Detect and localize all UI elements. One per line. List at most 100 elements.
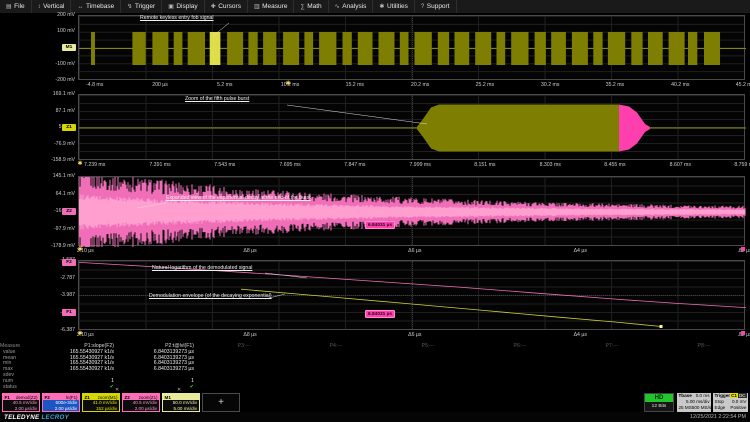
y-axis-label: 145.1 mV bbox=[53, 173, 75, 179]
menu-item-label: Measure bbox=[262, 3, 287, 10]
close-trace-icon[interactable]: ✕ bbox=[115, 387, 119, 393]
menu-item-file[interactable]: ▤File bbox=[0, 0, 32, 13]
menu-item-measure[interactable]: ▥Measure bbox=[248, 0, 294, 13]
menu-item-timebase[interactable]: ↔Timebase bbox=[71, 0, 121, 13]
y-axis-label: -200 mV bbox=[55, 77, 75, 83]
plot-area-g2 bbox=[78, 94, 745, 160]
menu-item-label: Analysis bbox=[342, 3, 366, 10]
annotation-text: Demodulation envelope (of the decaying e… bbox=[149, 293, 272, 299]
menu-item-utilities[interactable]: ✱Utilities bbox=[373, 0, 414, 13]
descriptor-source: zoom(M1) bbox=[98, 395, 118, 400]
x-axis-label: 5.2 ms bbox=[217, 82, 233, 88]
x-axis-label: 20.2 ms bbox=[411, 82, 429, 88]
vertical-icon: ↕ bbox=[38, 4, 41, 10]
timebase-rate: 500 MS/s bbox=[692, 405, 711, 411]
x-axis-label: 8.151 ms bbox=[474, 162, 495, 168]
measurement-value-tag: 6.84031 µs bbox=[365, 310, 395, 318]
grid-zoom-z1[interactable]: 169.1 mV87.1 mV5.1 mV-76.9 mV-158.9 mV7.… bbox=[78, 94, 745, 160]
grid-log-traces[interactable]: -1.587-2.787-3.987-5.187-6.3873.10 µsΔ8 … bbox=[78, 260, 745, 330]
channel-marker-z2[interactable]: Z2 bbox=[62, 208, 76, 215]
descriptor-id: M1 bbox=[165, 395, 171, 400]
menu-item-trigger[interactable]: ↯Trigger bbox=[121, 0, 162, 13]
status-bar: TELEDYNE LECROY 12/25/2021 2:22:54 PM bbox=[0, 412, 750, 422]
descriptor-z1[interactable]: Z1zoom(M1)41.0 mV/div152 µs/div bbox=[82, 393, 120, 412]
brand-logo: TELEDYNE LECROY bbox=[4, 414, 69, 421]
x-axis-label: 7.239 ms bbox=[84, 162, 105, 168]
menu-item-label: File bbox=[14, 3, 24, 10]
y-axis-label: -97.9 mV bbox=[54, 226, 75, 232]
hd-badge: HD bbox=[645, 394, 673, 402]
descriptor-id: Z1 bbox=[85, 395, 90, 400]
x-axis-label: Δ4 µs bbox=[574, 332, 587, 338]
x-axis-label: 7.391 ms bbox=[149, 162, 170, 168]
analysis-icon: ∿ bbox=[335, 3, 340, 10]
x-axis-label: Δ6 µs bbox=[408, 332, 421, 338]
y-axis-label: 64.1 mV bbox=[56, 191, 75, 197]
measure-table: MeasureP1:slope(F2)P2:t@lvl(F1)P3:---P4:… bbox=[0, 344, 750, 390]
y-axis-label: -158.9 mV bbox=[51, 157, 75, 163]
menu-item-analysis[interactable]: ∿Analysis bbox=[329, 0, 374, 13]
support-icon: ? bbox=[421, 4, 424, 10]
close-trace-icon[interactable]: ✕ bbox=[177, 387, 181, 393]
trigger-coupling-badge: DC bbox=[738, 393, 747, 398]
hd-bits-label: 12 Bits bbox=[645, 402, 673, 412]
x-axis-label: 8.455 ms bbox=[604, 162, 625, 168]
descriptor-id: F2 bbox=[45, 395, 50, 400]
y-axis-label: -178.9 mV bbox=[51, 243, 75, 249]
file-icon: ▤ bbox=[6, 3, 12, 10]
channel-marker-f1[interactable]: F1 bbox=[62, 309, 76, 316]
add-trace-button[interactable]: + bbox=[202, 393, 240, 412]
hd-mode-box[interactable]: HD 12 Bits bbox=[644, 393, 674, 412]
trigger-icon: ↯ bbox=[127, 3, 132, 10]
menu-item-cursors[interactable]: ✚Cursors bbox=[205, 0, 248, 13]
x-axis-label: Δ8 µs bbox=[243, 248, 256, 254]
trigger-box[interactable]: Trigger C1DC Stop 0.0 mV Edge Positive bbox=[713, 393, 748, 412]
brand-lecroy: LECROY bbox=[41, 414, 69, 421]
y-axis-label: 200 mV bbox=[57, 12, 75, 18]
descriptor-id: Z2 bbox=[125, 395, 130, 400]
channel-marker-z1[interactable]: Z1 bbox=[62, 124, 76, 131]
descriptor-m1[interactable]: M150.0 mV/div5.00 ms/div bbox=[162, 393, 200, 412]
x-axis-label: -4.8 ms bbox=[86, 82, 103, 88]
x-axis-label: 15.2 ms bbox=[346, 82, 364, 88]
descriptor-f2[interactable]: F2ln(F1)600e-3/div2.00 µs/div bbox=[42, 393, 80, 412]
channel-marker-f2[interactable]: F2 bbox=[62, 259, 76, 266]
descriptor-id: F1 bbox=[5, 395, 10, 400]
zoom-reference-marker: ✱ bbox=[77, 330, 82, 337]
descriptor-source: demod(Z2) bbox=[16, 395, 37, 400]
menu-item-label: Cursors bbox=[218, 3, 241, 10]
math-icon: ∑ bbox=[300, 4, 304, 10]
waveform-g1 bbox=[79, 16, 746, 81]
timebase-samples: 25 MS bbox=[679, 405, 692, 411]
channel-marker-m1[interactable]: M1 bbox=[62, 44, 76, 51]
y-axis-label: -76.9 mV bbox=[54, 141, 75, 147]
descriptor-z2[interactable]: Z2zoom(Z1)40.5 mV/div2.00 µs/div bbox=[122, 393, 160, 412]
measure-cell bbox=[566, 385, 658, 391]
grid-main-rke-signal[interactable]: 200 mV100 mV0 V-100 mV-200 mV-4.8 ms200 … bbox=[78, 15, 745, 80]
descriptor-f1[interactable]: F1demod(Z2)40.5 mV/div2.00 µs/div bbox=[2, 393, 40, 412]
x-axis-label: 25.2 ms bbox=[476, 82, 494, 88]
menu-item-display[interactable]: ▣Display bbox=[162, 0, 204, 13]
datetime-label: 12/25/2021 2:22:54 PM bbox=[690, 414, 746, 420]
menu-item-label: Vertical bbox=[43, 3, 64, 10]
display-icon: ▣ bbox=[168, 3, 174, 10]
menu-bar: ▤File↕Vertical↔Timebase↯Trigger▣Display✚… bbox=[0, 0, 750, 14]
measure-icon: ▥ bbox=[254, 3, 260, 10]
brand-teledyne: TELEDYNE bbox=[4, 414, 39, 421]
menu-item-support[interactable]: ?Support bbox=[415, 0, 457, 13]
timebase-box[interactable]: Tbase 0.0 ms 5.00 ms/div 25 MS 500 MS/s bbox=[677, 393, 711, 412]
measure-cell bbox=[474, 385, 566, 391]
y-axis-label: 169.1 mV bbox=[53, 91, 75, 97]
trigger-type: Edge bbox=[715, 405, 726, 411]
x-axis-label: 35.2 ms bbox=[606, 82, 624, 88]
trigger-position-marker: ✱ bbox=[286, 80, 291, 87]
y-axis-label: -6.387 bbox=[60, 327, 75, 333]
grid-zoom-z2-decay[interactable]: 145.1 mV64.1 mV-16.9 mV-97.9 mV-178.9 mV… bbox=[78, 176, 745, 246]
menu-item-math[interactable]: ∑Math bbox=[294, 0, 328, 13]
waveform-g2 bbox=[79, 95, 746, 161]
cursors-icon: ✚ bbox=[211, 3, 216, 10]
menu-item-label: Support bbox=[427, 3, 450, 10]
x-axis-label: 7.695 ms bbox=[279, 162, 300, 168]
x-axis-label: 8.759 ms bbox=[734, 162, 750, 168]
waveform-g3 bbox=[79, 177, 746, 247]
